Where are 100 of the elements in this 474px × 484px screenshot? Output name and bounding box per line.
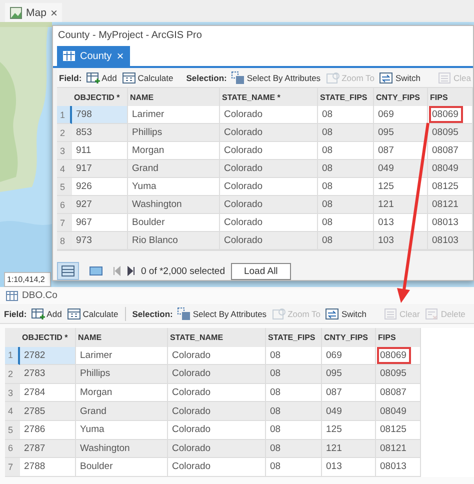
column-header[interactable]: CNTY_FIPS: [374, 88, 428, 106]
selection-status: 0 of *2,000 selected: [141, 266, 225, 276]
table-cell: 08: [318, 106, 374, 124]
row-number[interactable]: 6: [57, 196, 72, 214]
row-number[interactable]: 2: [57, 124, 72, 142]
column-header[interactable]: NAME: [76, 328, 168, 347]
table-cell: Colorado: [220, 124, 318, 142]
toolbar-button[interactable]: Calculate: [120, 70, 174, 84]
row-number[interactable]: 6: [5, 440, 20, 458]
toolbar-button[interactable]: Select By Attributes: [230, 70, 322, 84]
table-cell: Larimer: [128, 106, 220, 124]
row-number[interactable]: 5: [5, 420, 20, 440]
table-cell: Larimer: [76, 346, 168, 366]
table-cell: 08087: [380, 387, 406, 398]
table-cell: 08: [318, 232, 374, 250]
column-header[interactable]: STATE_FIPS: [318, 88, 374, 106]
load-all-button[interactable]: Load All: [230, 262, 291, 280]
column-header[interactable]: NAME: [128, 88, 220, 106]
table-cell: 08: [266, 384, 322, 402]
scale-field[interactable]: 1:10,414,2: [4, 272, 51, 287]
table-cell: 121: [322, 440, 376, 458]
table-cell: 087: [322, 384, 376, 402]
clear-icon: [384, 306, 398, 320]
table-cell: Colorado: [168, 458, 266, 477]
table-cell: Washington: [76, 440, 168, 458]
row-number[interactable]: 3: [57, 142, 72, 160]
table-cell: Colorado: [168, 365, 266, 384]
table-cell: Yuma: [76, 420, 168, 440]
row-number[interactable]: 8: [57, 232, 72, 250]
add-field-icon: [30, 306, 45, 320]
table-cell: 08: [318, 142, 374, 160]
toolbar-button[interactable]: Add: [30, 306, 63, 320]
table-cell: 125: [374, 178, 428, 196]
table-cell: 049: [374, 160, 428, 178]
column-header[interactable]: OBJECTID *: [20, 328, 76, 347]
column-header[interactable]: OBJECTID *: [72, 88, 128, 106]
table-cell: Colorado: [168, 440, 266, 458]
table-cell: 08: [266, 458, 322, 477]
row-number[interactable]: 2: [5, 365, 20, 384]
table-cell: 08: [266, 402, 322, 421]
table-cell: Colorado: [168, 420, 266, 440]
table-tab[interactable]: DBO.Co: [6, 290, 58, 301]
table-cell: 08: [266, 365, 322, 384]
select-table-icon: [230, 70, 245, 84]
toolbar-button[interactable]: Select By Attributes: [176, 306, 268, 320]
table-cell: 927: [72, 196, 128, 214]
column-header[interactable]: STATE_NAME: [168, 328, 266, 347]
tab-label: County: [80, 50, 112, 62]
row-number[interactable]: 4: [57, 160, 72, 178]
column-header[interactable]: FIPS: [376, 328, 421, 347]
toolbar-button[interactable]: Switch: [324, 306, 368, 320]
table-cell: 2785: [20, 402, 76, 421]
table-cell: 967: [72, 214, 128, 232]
map-icon: [10, 6, 22, 18]
select-table-icon: [176, 306, 191, 320]
table-cell: Washington: [128, 196, 220, 214]
view-button[interactable]: [57, 262, 79, 280]
table-cell: 08013: [432, 217, 458, 228]
column-header[interactable]: FIPS: [428, 88, 473, 106]
row-number[interactable]: 5: [57, 178, 72, 196]
table-cell: 08103: [432, 235, 458, 246]
table-cell: 08049: [432, 163, 458, 174]
table-cell: Colorado: [220, 232, 318, 250]
row-number[interactable]: 7: [5, 458, 20, 477]
table-cell: 911: [72, 142, 128, 160]
map-tab[interactable]: Map ×: [5, 3, 62, 22]
zoom-table-icon: [272, 306, 286, 320]
table-cell: 08013: [380, 461, 406, 472]
table-cell: Colorado: [168, 384, 266, 402]
table-cell: 08087: [432, 145, 458, 156]
table-tab[interactable]: County ×: [57, 46, 130, 66]
close-icon[interactable]: ×: [116, 49, 124, 63]
table-cell: 2782: [20, 346, 76, 366]
row-number[interactable]: 4: [5, 402, 20, 421]
table-cell: 013: [374, 214, 428, 232]
table-cell: 08: [318, 124, 374, 142]
column-header[interactable]: STATE_NAME *: [220, 88, 318, 106]
switch-icon: [325, 306, 340, 320]
close-icon[interactable]: ×: [50, 6, 58, 20]
table-cell: 069: [322, 346, 376, 366]
toolbar-button[interactable]: Switch: [378, 70, 422, 84]
column-header[interactable]: STATE_FIPS: [266, 328, 322, 347]
row-number[interactable]: 3: [5, 384, 20, 402]
table-cell: Colorado: [168, 346, 266, 366]
table-cell: 08095: [432, 127, 458, 138]
table-cell: 103: [374, 232, 428, 250]
add-field-icon: [86, 70, 100, 84]
table-cell: 08: [318, 178, 374, 196]
table-cell: Grand: [76, 402, 168, 421]
toolbar-button[interactable]: Calculate: [66, 306, 120, 320]
table-cell: 08049: [380, 406, 406, 417]
toolbar-button[interactable]: Add: [84, 70, 118, 84]
highlighted-value: 08069: [377, 346, 412, 364]
table-cell: Morgan: [76, 384, 168, 402]
calculator-icon: [66, 306, 81, 320]
table-cell: Colorado: [220, 160, 318, 178]
table-cell: 08121: [380, 442, 406, 454]
row-number[interactable]: 7: [57, 214, 72, 232]
column-header[interactable]: CNTY_FIPS: [322, 328, 376, 347]
delete-icon: [424, 306, 439, 320]
